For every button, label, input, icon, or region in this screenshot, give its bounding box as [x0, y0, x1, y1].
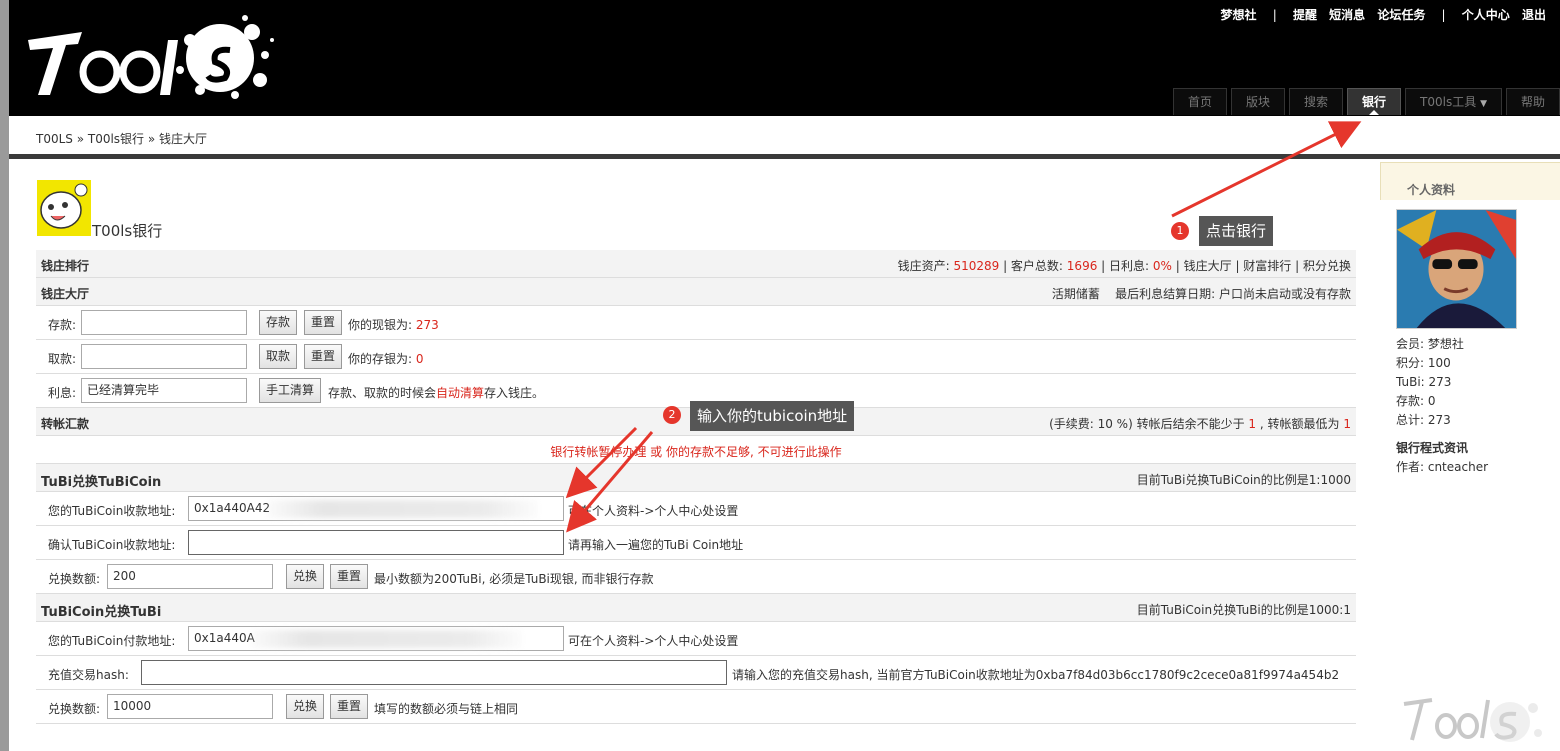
annotation-arrows	[565, 121, 1362, 533]
arrow-to-bank	[1171, 121, 1362, 218]
